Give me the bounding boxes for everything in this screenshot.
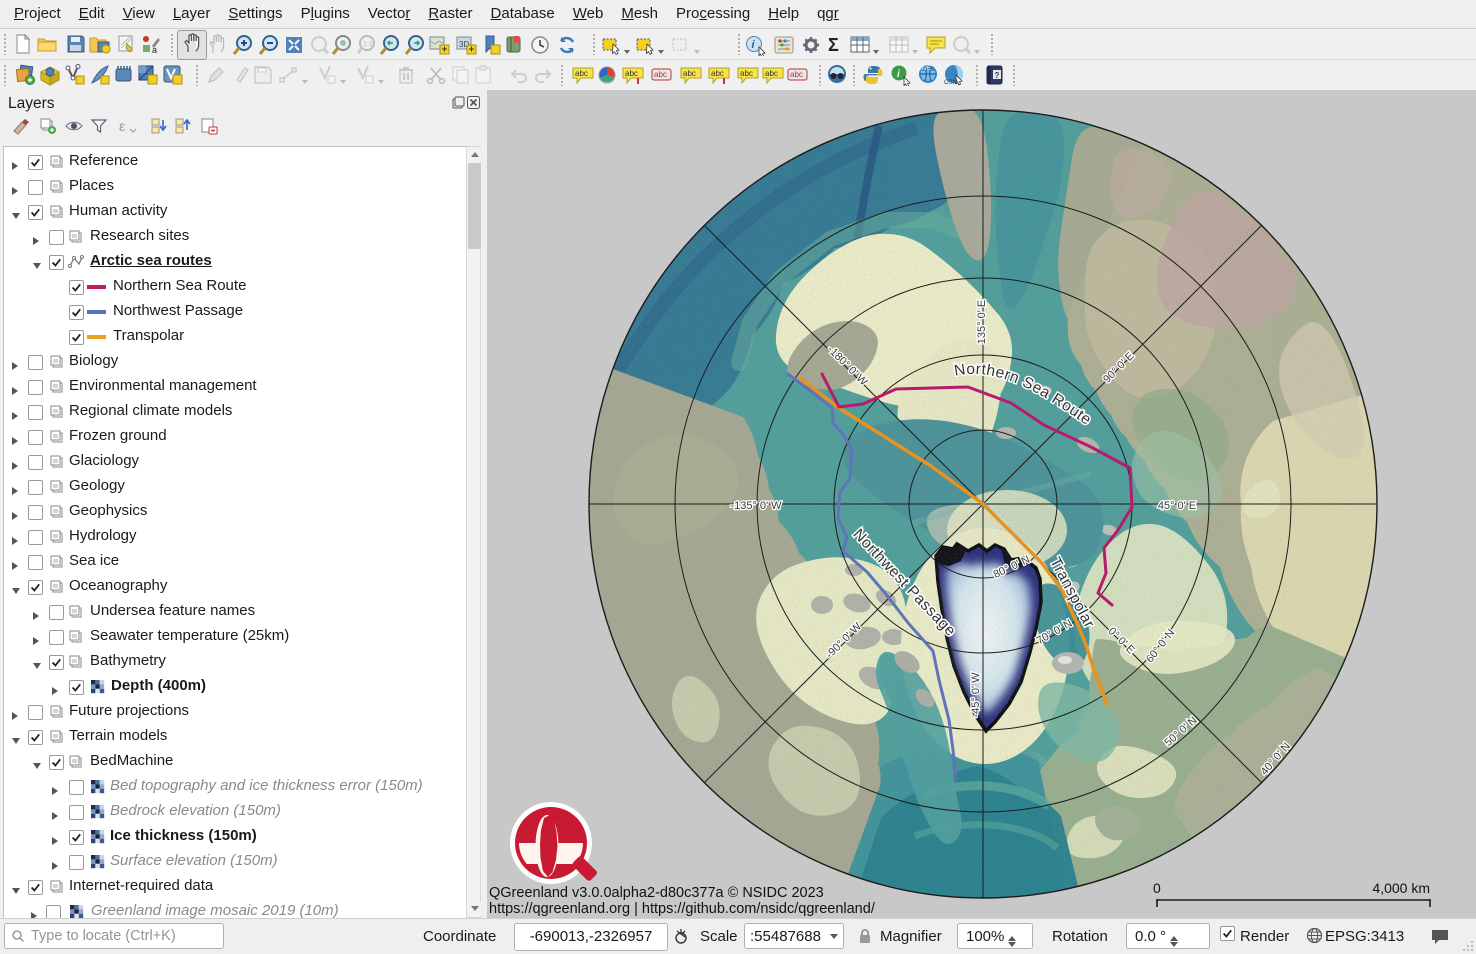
svg-text:?: ?: [995, 71, 1000, 80]
svg-text:QGreenland v3.0.0alpha2-d80c37: QGreenland v3.0.0alpha2-d80c377a © NSIDC…: [489, 885, 824, 901]
svg-text:abc: abc: [625, 69, 638, 78]
svg-text:0: 0: [1153, 880, 1161, 896]
svg-text:-135° 0' W: -135° 0' W: [730, 500, 782, 512]
svg-text:abc: abc: [790, 70, 803, 79]
svg-text:abc: abc: [683, 69, 696, 78]
svg-text:a: a: [152, 45, 157, 54]
svg-text:https://qgreenland.org | https: https://qgreenland.org | https://github.…: [489, 901, 876, 917]
svg-text:ε: ε: [119, 118, 125, 134]
svg-text:45° 0' E: 45° 0' E: [1158, 500, 1196, 512]
svg-text:abc: abc: [740, 69, 753, 78]
svg-text:abc: abc: [575, 69, 588, 78]
svg-text:abc: abc: [765, 69, 778, 78]
svg-text:4,000 km: 4,000 km: [1372, 880, 1430, 896]
svg-text:Σ: Σ: [828, 35, 839, 55]
svg-text:abc: abc: [711, 69, 724, 78]
svg-text:1:1: 1:1: [363, 41, 373, 48]
svg-text:135° 0' E: 135° 0' E: [976, 300, 988, 344]
svg-text:OSM: OSM: [944, 80, 958, 86]
svg-text:i: i: [897, 69, 900, 80]
svg-text:-45° 0' W: -45° 0' W: [970, 672, 982, 718]
svg-text:LIVE: LIVE: [918, 66, 931, 72]
svg-text:abc: abc: [654, 70, 667, 79]
